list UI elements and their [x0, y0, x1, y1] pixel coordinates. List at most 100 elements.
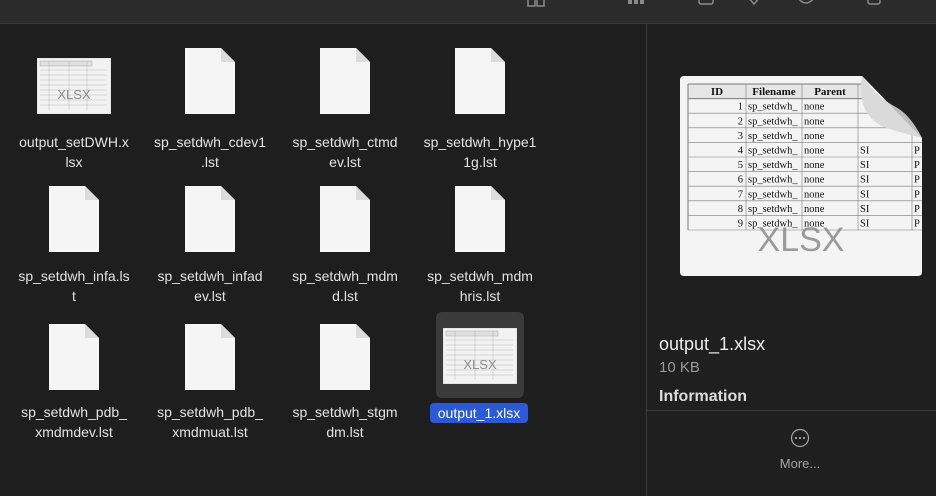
sheet-cell: SI [860, 189, 870, 200]
xlsx-file-icon: XLSX [443, 328, 517, 384]
document-icon [453, 184, 507, 254]
sheet-cell: 1 [738, 102, 743, 113]
file-item[interactable]: XLSX output_setDWH.x lsx [10, 30, 138, 170]
file-item[interactable]: sp_setdwh_pdb_ xmdmdev.lst [10, 306, 138, 440]
file-name-line: xmdmdev.lst [35, 424, 113, 440]
file-name: sp_setdwh_cdev1 .lst [146, 132, 274, 172]
file-item[interactable]: sp_setdwh_infa.ls t [10, 168, 138, 304]
file-item[interactable]: sp_setdwh_hype1 1g.lst [416, 30, 544, 170]
file-name-line: sp_setdwh_stgm [292, 404, 398, 420]
share-icon[interactable] [696, 0, 716, 8]
sheet-cell: none [804, 146, 825, 157]
more-button[interactable]: More... [767, 428, 833, 480]
sheet-header-cell: Filename [752, 86, 795, 98]
file-name-line: sp_setdwh_mdm [427, 268, 533, 284]
file-name-line: sp_setdwh_infad [157, 268, 263, 284]
more-label: More... [779, 456, 821, 471]
sheet-cell: sp_setdwh_ [748, 175, 798, 186]
finder-toolbar [0, 0, 936, 24]
file-name: sp_setdwh_infa.ls t [10, 266, 138, 306]
file-name-line: dm.lst [326, 424, 364, 440]
file-name: sp_setdwh_mdm hris.lst [416, 266, 544, 306]
xlsx-file-icon: XLSX [37, 58, 111, 114]
sheet-cell: 3 [738, 131, 743, 142]
preview-file-size: 10 KB [659, 359, 700, 376]
view-toggle-icon[interactable] [526, 0, 546, 8]
sheet-cell: sp_setdwh_ [748, 204, 798, 215]
file-name: output_setDWH.x lsx [10, 132, 138, 172]
file-name-line: ev.lst [194, 288, 226, 304]
file-name: sp_setdwh_ctmd ev.lst [281, 132, 409, 172]
preview-file-name: output_1.xlsx [659, 334, 766, 354]
sheet-cell: P [914, 219, 920, 230]
file-item[interactable]: sp_setdwh_pdb_ xmdmuat.lst [146, 306, 274, 440]
tag-icon[interactable] [744, 0, 764, 8]
file-name: sp_setdwh_stgm dm.lst [281, 402, 409, 442]
file-item[interactable]: sp_setdwh_stgm dm.lst [281, 306, 409, 440]
sheet-cell: 9 [738, 219, 743, 230]
file-name-line: sp_setdwh_mdm [292, 268, 398, 284]
sheet-cell: 6 [738, 175, 743, 186]
file-name-line: t [72, 288, 76, 304]
sheet-cell: P [914, 146, 920, 157]
file-name-line: sp_setdwh_pdb_ [21, 404, 127, 420]
file-item[interactable]: sp_setdwh_mdm d.lst [281, 168, 409, 304]
file-name-line: d.lst [332, 288, 358, 304]
sheet-cell: none [804, 204, 825, 215]
preview-pane: ID Filename Parent 1 sp_setdwh_ none 2 sp_setdw… [647, 24, 936, 496]
file-name-line: hris.lst [459, 288, 501, 304]
sheet-header-cell: Parent [814, 86, 846, 98]
sheet-cell: none [804, 102, 825, 113]
group-icon[interactable] [626, 0, 646, 8]
file-name-line: sp_setdwh_pdb_ [157, 404, 263, 420]
document-icon [47, 184, 101, 254]
file-item[interactable]: sp_setdwh_cdev1 .lst [146, 30, 274, 170]
file-name: sp_setdwh_pdb_ xmdmuat.lst [146, 402, 274, 442]
file-item[interactable]: sp_setdwh_infad ev.lst [146, 168, 274, 304]
sheet-cell: sp_setdwh_ [748, 102, 798, 113]
sheet-cell: 2 [738, 116, 743, 127]
sheet-cell: SI [860, 146, 870, 157]
file-name: sp_setdwh_infad ev.lst [146, 266, 274, 306]
document-icon [453, 46, 507, 116]
selected-file-name[interactable]: output_1.xlsx [430, 403, 528, 423]
file-item[interactable]: sp_setdwh_ctmd ev.lst [281, 30, 409, 170]
sheet-cell: sp_setdwh_ [748, 146, 798, 157]
ellipsis-circle-icon [790, 428, 810, 448]
sheet-cell: none [804, 189, 825, 200]
sheet-cell: sp_setdwh_ [748, 116, 798, 127]
file-name-line: sp_setdwh_infa.ls [18, 268, 130, 284]
file-item[interactable]: sp_setdwh_mdm hris.lst [416, 168, 544, 304]
document-icon [183, 184, 237, 254]
file-name-line: output_setDWH.x [19, 134, 129, 150]
trash-icon[interactable] [864, 0, 884, 8]
action-icon[interactable] [796, 0, 816, 8]
file-name: sp_setdwh_pdb_ xmdmdev.lst [10, 402, 138, 442]
xlsx-icon-text: XLSX [57, 87, 91, 102]
sheet-cell: SI [860, 204, 870, 215]
file-name: sp_setdwh_hype1 1g.lst [416, 132, 544, 172]
file-name-line: sp_setdwh_cdev1 [153, 134, 267, 150]
sheet-cell: SI [860, 175, 870, 186]
sheet-cell: P [914, 160, 920, 171]
sheet-header-cell: ID [711, 86, 723, 98]
sheet-cell: sp_setdwh_ [748, 160, 798, 171]
document-icon [318, 322, 372, 392]
preview-separator [647, 410, 936, 411]
sheet-cell: none [804, 116, 825, 127]
sheet-cell: 4 [738, 146, 744, 157]
document-icon [318, 184, 372, 254]
file-name: sp_setdwh_mdm d.lst [281, 266, 409, 306]
spreadsheet-preview: ID Filename Parent1 sp_setdwh_ none2 sp_setdw… [680, 76, 922, 276]
sheet-cell: 8 [738, 204, 743, 215]
sheet-cell: sp_setdwh_ [748, 189, 798, 200]
sheet-cell: 5 [738, 160, 743, 171]
xlsx-icon-text: XLSX [463, 357, 497, 372]
sheet-cell: SI [860, 219, 870, 230]
sheet-cell: none [804, 131, 825, 142]
file-name-line: xmdmuat.lst [172, 424, 248, 440]
information-heading: Information [659, 388, 747, 405]
sheet-cell: P [914, 204, 920, 215]
xlsx-preview-text: XLSX [758, 221, 845, 259]
document-icon [183, 322, 237, 392]
